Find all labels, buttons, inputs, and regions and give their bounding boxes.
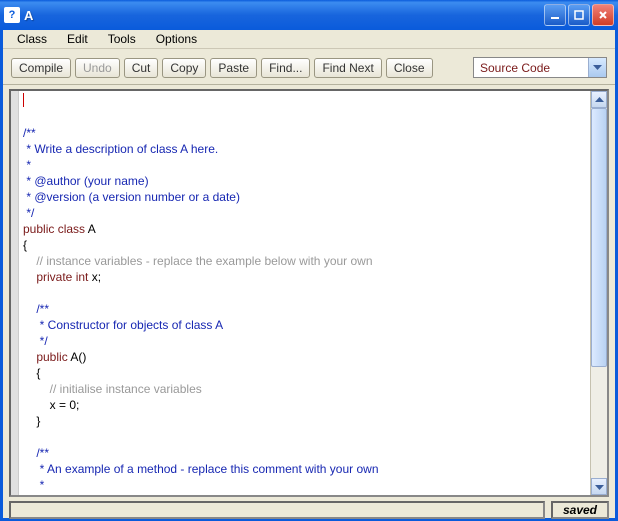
- code-token: x;: [92, 270, 101, 284]
- code-line: */: [23, 206, 34, 220]
- code-line: /**: [23, 446, 49, 460]
- close-window-button[interactable]: [592, 4, 614, 26]
- code-line: *: [23, 478, 48, 492]
- saved-indicator: saved: [551, 501, 609, 519]
- code-line: }: [23, 414, 40, 428]
- menubar: Class Edit Tools Options: [3, 30, 615, 49]
- code-token: public: [23, 350, 70, 364]
- compile-button[interactable]: Compile: [11, 58, 71, 78]
- titlebar: ? A: [0, 0, 618, 30]
- code-token: class: [58, 222, 88, 236]
- code-token: A: [88, 222, 96, 236]
- close-button[interactable]: Close: [386, 58, 433, 78]
- copy-button[interactable]: Copy: [162, 58, 206, 78]
- menu-edit[interactable]: Edit: [59, 30, 96, 48]
- scroll-thumb[interactable]: [591, 108, 607, 367]
- code-content[interactable]: /** * Write a description of class A her…: [19, 91, 590, 495]
- scroll-track[interactable]: [591, 108, 607, 478]
- code-line: x = 0;: [23, 398, 79, 412]
- paste-button[interactable]: Paste: [210, 58, 257, 78]
- code-line: {: [23, 366, 40, 380]
- menu-options[interactable]: Options: [148, 30, 205, 48]
- text-cursor: [23, 93, 24, 107]
- menu-tools[interactable]: Tools: [100, 30, 144, 48]
- code-editor[interactable]: /** * Write a description of class A her…: [9, 89, 609, 497]
- cut-button[interactable]: Cut: [124, 58, 159, 78]
- code-line: // initialise instance variables: [23, 382, 202, 396]
- code-line: * An example of a method - replace this …: [23, 462, 379, 476]
- minimize-button[interactable]: [544, 4, 566, 26]
- code-token: private: [23, 270, 76, 284]
- undo-button[interactable]: Undo: [75, 58, 120, 78]
- maximize-button[interactable]: [568, 4, 590, 26]
- window-title: A: [24, 8, 33, 23]
- code-line: /**: [23, 126, 36, 140]
- code-line: * Write a description of class A here.: [23, 142, 218, 156]
- code-line: * @version (a version number or a date): [23, 190, 240, 204]
- vertical-scrollbar[interactable]: [590, 91, 607, 495]
- code-line: *: [23, 158, 34, 172]
- statusbar: saved: [9, 501, 609, 519]
- code-line: */: [23, 334, 48, 348]
- app-icon: ?: [4, 7, 20, 23]
- code-line: {: [23, 238, 27, 252]
- scroll-up-icon[interactable]: [591, 91, 607, 108]
- code-line: // instance variables - replace the exam…: [23, 254, 373, 268]
- code-line: * Constructor for objects of class A: [23, 318, 223, 332]
- menu-class[interactable]: Class: [9, 30, 55, 48]
- find-button[interactable]: Find...: [261, 58, 310, 78]
- code-token: public: [23, 222, 58, 236]
- code-line: * @author (your name): [23, 174, 152, 188]
- code-line: /**: [23, 302, 49, 316]
- view-dropdown-label: Source Code: [474, 61, 588, 75]
- code-token: A(): [70, 350, 86, 364]
- find-next-button[interactable]: Find Next: [314, 58, 381, 78]
- toolbar: Compile Undo Cut Copy Paste Find... Find…: [3, 49, 615, 85]
- code-token: int: [76, 270, 92, 284]
- chevron-down-icon[interactable]: [588, 58, 606, 77]
- view-dropdown[interactable]: Source Code: [473, 57, 607, 78]
- editor-gutter: [11, 91, 19, 495]
- scroll-down-icon[interactable]: [591, 478, 607, 495]
- status-message: [9, 501, 545, 519]
